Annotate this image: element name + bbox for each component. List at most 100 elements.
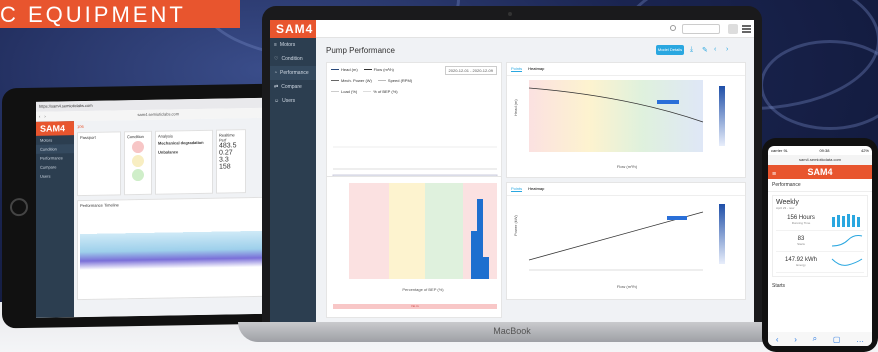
forward-icon[interactable]: › [794, 335, 797, 344]
tablet-device: https://sam4.semioticlabs.com ‹ › sam4.se… [2, 83, 278, 329]
avatar[interactable] [728, 24, 738, 34]
legend-item[interactable]: Flow (m³/h) [363, 67, 394, 72]
sidebar-item-compare[interactable]: ⇄ Compare [270, 80, 316, 94]
home-button[interactable] [10, 197, 28, 217]
head-flow-chart[interactable]: Flow (m³/h) Head (m) [507, 76, 747, 174]
asset-id: 106 [77, 123, 84, 130]
status-circle-green [132, 168, 144, 182]
weekly-card: Weekly April 23 - now 156 Hours Running T… [772, 195, 868, 277]
condition-card: Condition [124, 130, 152, 196]
timeline-card: Performance Timeline [77, 196, 267, 301]
back-icon[interactable]: ‹ [39, 114, 40, 120]
sidebar-item-users[interactable]: Users [36, 171, 74, 181]
carrier: carrier 9L [771, 148, 788, 153]
laptop-base: MacBook [238, 322, 786, 342]
legend-item[interactable]: % of BEP (%) [363, 89, 398, 94]
sidebar-item-condition[interactable]: ♡ Condition [270, 52, 316, 66]
forward-icon[interactable]: › [44, 114, 45, 120]
date-range-picker[interactable]: 2020-12-01 - 2020-12-09 [444, 66, 497, 75]
hamburger-icon[interactable]: ≡ [772, 168, 776, 182]
tablet-sidebar: SAM4 Motors Condition Performance Compar… [36, 121, 74, 318]
app-logo[interactable]: SAM4 [807, 167, 832, 177]
search-icon[interactable]: ⌕ [813, 334, 817, 344]
laptop-brand: MacBook [493, 326, 531, 336]
model-details-button[interactable]: Model Details [656, 45, 684, 55]
more-icon[interactable]: … [856, 335, 864, 344]
legend-item[interactable]: Speed (RPM) [377, 78, 412, 83]
sidebar-item-label: Compare [281, 84, 302, 90]
asset-select[interactable] [682, 24, 720, 34]
edit-icon[interactable]: ✎ [702, 46, 708, 54]
app-logo[interactable]: SAM4 [36, 121, 74, 136]
tablet-main: 106 Passport Condition Analysis Mechanic… [74, 117, 270, 318]
laptop-device: SAM4 ≡ Motors ♡ Condition ◔ Performance ⇄ Co… [262, 6, 762, 338]
tab-heatmap[interactable]: Heatmap [528, 66, 544, 72]
laptop-screen: SAM4 ≡ Motors ♡ Condition ◔ Performance ⇄ Co… [270, 20, 754, 326]
anomaly-bar: No in [333, 304, 497, 309]
card-title: Weekly [776, 199, 799, 206]
page-title: Pump Performance [326, 46, 395, 55]
kpi-value: 158 [219, 163, 231, 171]
chevron-left-icon[interactable]: ‹ [714, 46, 716, 53]
clock: 09:38 [819, 148, 830, 153]
tablet-screen: https://sam4.semioticlabs.com ‹ › sam4.se… [36, 97, 270, 318]
x-axis-label: Flow (m³/h) [617, 284, 638, 289]
sidebar-item-performance[interactable]: ◔ Performance [270, 66, 316, 80]
legend-item[interactable]: Load (%) [331, 89, 357, 94]
search-icon[interactable] [670, 25, 676, 31]
list-icon: ≡ [274, 42, 277, 48]
phone-device: carrier 9L 09:38 42% sam4.semioticdata.c… [762, 138, 878, 352]
section-title: Performance [768, 179, 872, 192]
battery: 42% [860, 148, 869, 153]
tabs-icon[interactable]: ▢ [833, 335, 841, 344]
sidebar-item-users[interactable]: ☺ Users [270, 94, 316, 108]
legend: Head (m) Flow (m³/h) Mech. Power (W) Spe… [327, 63, 437, 98]
chevron-right-icon[interactable]: › [726, 46, 728, 53]
metric-label: Starts [797, 242, 805, 246]
y-axis-label: Head (m) [513, 99, 518, 116]
tab-heatmap[interactable]: Heatmap [528, 186, 544, 192]
legend-item[interactable]: Mech. Power (W) [331, 78, 372, 83]
sidebar: SAM4 ≡ Motors ♡ Condition ◔ Performance ⇄ Co… [270, 20, 316, 326]
analysis-card: Analysis Mechanical degradation Unbalanc… [155, 129, 213, 195]
header-banner: C EQUIPMENT [0, 0, 240, 28]
camera-icon [508, 12, 512, 16]
passport-title: Passport [80, 134, 96, 141]
starts-title: Starts [772, 283, 786, 289]
bep-histogram[interactable]: Percentage of BEP (%) [327, 177, 503, 305]
issue-2: Unbalance [158, 149, 179, 155]
back-icon[interactable]: ‹ [776, 335, 779, 344]
condition-title: Condition [127, 133, 144, 140]
sidebar-item-label: Users [282, 98, 296, 104]
metric-running: 156 Hours Running Time [776, 210, 864, 231]
menu-icon[interactable] [742, 25, 751, 33]
metric-label: Running Time [791, 221, 811, 225]
passport-card: Passport [77, 131, 121, 197]
y-axis-label: Power (kW) [513, 214, 518, 236]
app-logo[interactable]: SAM4 [270, 20, 316, 38]
realtime-title: Realtime Perf [219, 132, 235, 143]
timeline-chart[interactable] [80, 206, 264, 271]
phone-screen: carrier 9L 09:38 42% sam4.semioticdata.c… [768, 146, 872, 346]
metric-label: Energy [796, 263, 806, 267]
sidebar-item-motors[interactable]: ≡ Motors [270, 38, 316, 52]
status-circle-red [132, 140, 144, 154]
sidebar-item-label: Performance [280, 70, 309, 76]
download-icon[interactable]: ⤓ [690, 46, 693, 54]
sidebar-item-label: Condition [281, 56, 303, 62]
starts-sparkline [831, 235, 863, 247]
power-flow-chart[interactable]: Flow (m³/h) Power (kW) [507, 196, 747, 296]
banner-text: C EQUIPMENT [0, 2, 186, 27]
status-bar: carrier 9L 09:38 42% [768, 146, 872, 155]
tab-bar: Points Heatmap [507, 183, 745, 196]
legend-item[interactable]: Head (m) [331, 67, 358, 72]
sidebar-item-label: Motors [279, 42, 296, 48]
tab-points[interactable]: Points [511, 186, 523, 192]
metric-energy: 147.92 kWh Energy [776, 252, 864, 273]
top-bar [316, 20, 754, 38]
tab-points[interactable]: Points [511, 66, 523, 72]
running-bars [832, 214, 860, 227]
x-axis-label: Flow (m³/h) [617, 164, 638, 169]
url-bar[interactable]: sam4.semioticdata.com [768, 155, 872, 165]
power-flow-panel: Points Heatmap Flow (m³/h) Power (kW) [506, 182, 746, 300]
